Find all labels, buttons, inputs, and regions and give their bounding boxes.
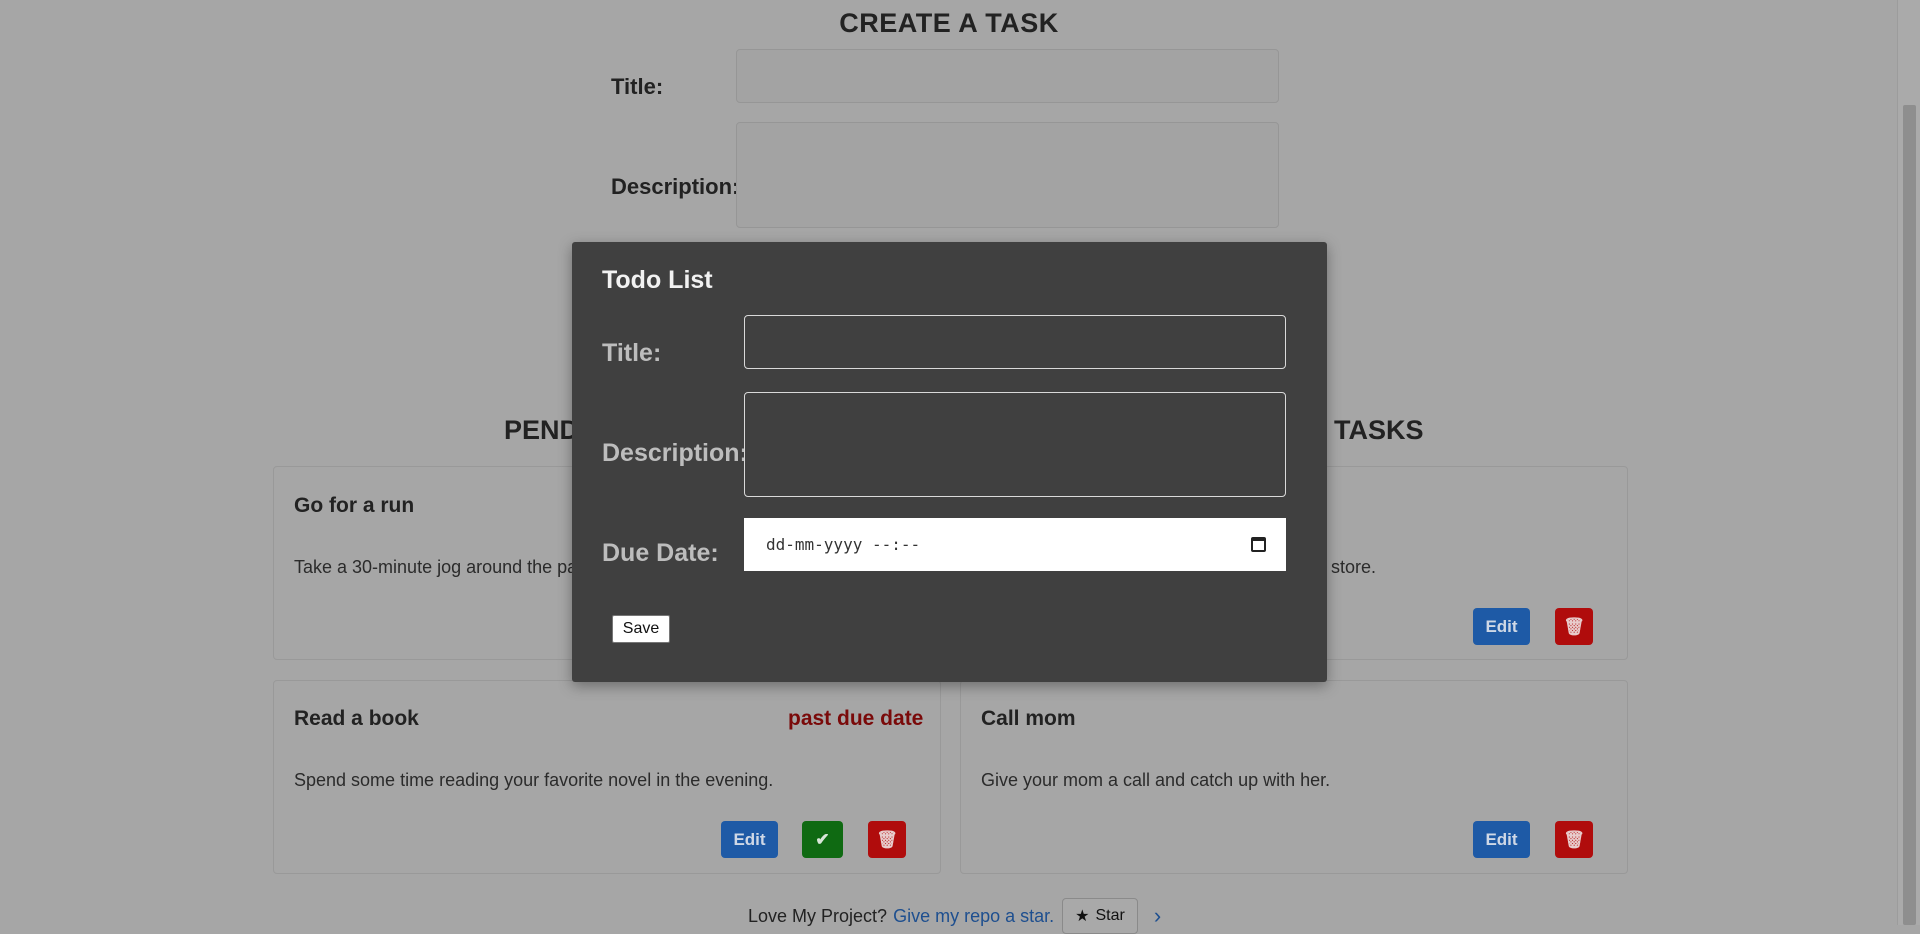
due-date-input[interactable]: dd-mm-yyyy --:--	[744, 518, 1286, 571]
modal-description-input[interactable]	[744, 392, 1286, 497]
trash-icon: 🗑	[1563, 616, 1585, 636]
edit-button[interactable]: Edit	[1473, 821, 1530, 858]
modal-title: Todo List	[602, 266, 713, 294]
todo-modal: Todo List Title: Description: Due Date: …	[572, 242, 1327, 682]
task-card: Call mom Give your mom a call and catch …	[960, 680, 1628, 874]
due-date-placeholder: dd-mm-yyyy --:--	[766, 535, 921, 554]
task-description: Take a 30-minute jog around the par	[294, 557, 584, 577]
scrollbar[interactable]	[1897, 0, 1920, 925]
star-label: Star	[1095, 907, 1125, 924]
task-title: Go for a run	[294, 494, 415, 517]
completed-tasks-heading: TASKS	[1334, 415, 1424, 445]
title-input-bg[interactable]	[736, 49, 1279, 103]
calendar-icon[interactable]	[1251, 537, 1266, 552]
scrollbar-thumb[interactable]	[1903, 105, 1916, 925]
task-title: Read a book	[294, 707, 419, 730]
save-button[interactable]: Save	[612, 615, 670, 643]
delete-button[interactable]: 🗑	[868, 821, 906, 858]
page: CREATE A TASK Title: Description: PEND T…	[0, 0, 1898, 934]
modal-title-label: Title:	[602, 339, 662, 367]
check-icon: ✔	[815, 829, 830, 849]
modal-due-date-label: Due Date:	[602, 539, 719, 567]
task-description: Give your mom a call and catch up with h…	[981, 770, 1331, 790]
edit-button[interactable]: Edit	[721, 821, 778, 858]
description-label: Description:	[611, 174, 740, 199]
delete-button[interactable]: 🗑	[1555, 821, 1593, 858]
create-task-heading: CREATE A TASK	[839, 8, 1059, 38]
star-icon: ★	[1075, 908, 1090, 925]
trash-icon: 🗑	[1563, 829, 1585, 849]
footer: Love My Project? Give my repo a star. ★ …	[748, 898, 1161, 934]
footer-text: Love My Project?	[748, 905, 888, 926]
delete-button[interactable]: 🗑	[1555, 608, 1593, 645]
past-due-badge: past due date	[788, 707, 924, 730]
modal-title-input[interactable]	[744, 315, 1286, 369]
pending-tasks-heading: PEND	[504, 415, 580, 445]
task-card: Read a book past due date Spend some tim…	[273, 680, 941, 874]
edit-button[interactable]: Edit	[1473, 608, 1530, 645]
modal-description-label: Description:	[602, 439, 748, 467]
title-label: Title:	[611, 74, 664, 99]
task-description: Spend some time reading your favorite no…	[294, 770, 774, 790]
complete-button[interactable]: ✔	[802, 821, 843, 858]
chevron-right-icon[interactable]: ›	[1154, 903, 1161, 929]
trash-icon: 🗑	[876, 829, 898, 849]
description-input-bg[interactable]	[736, 122, 1279, 228]
star-button[interactable]: ★ Star	[1062, 898, 1138, 934]
repo-star-link[interactable]: Give my repo a star.	[893, 906, 1054, 927]
task-title: Call mom	[981, 707, 1076, 730]
